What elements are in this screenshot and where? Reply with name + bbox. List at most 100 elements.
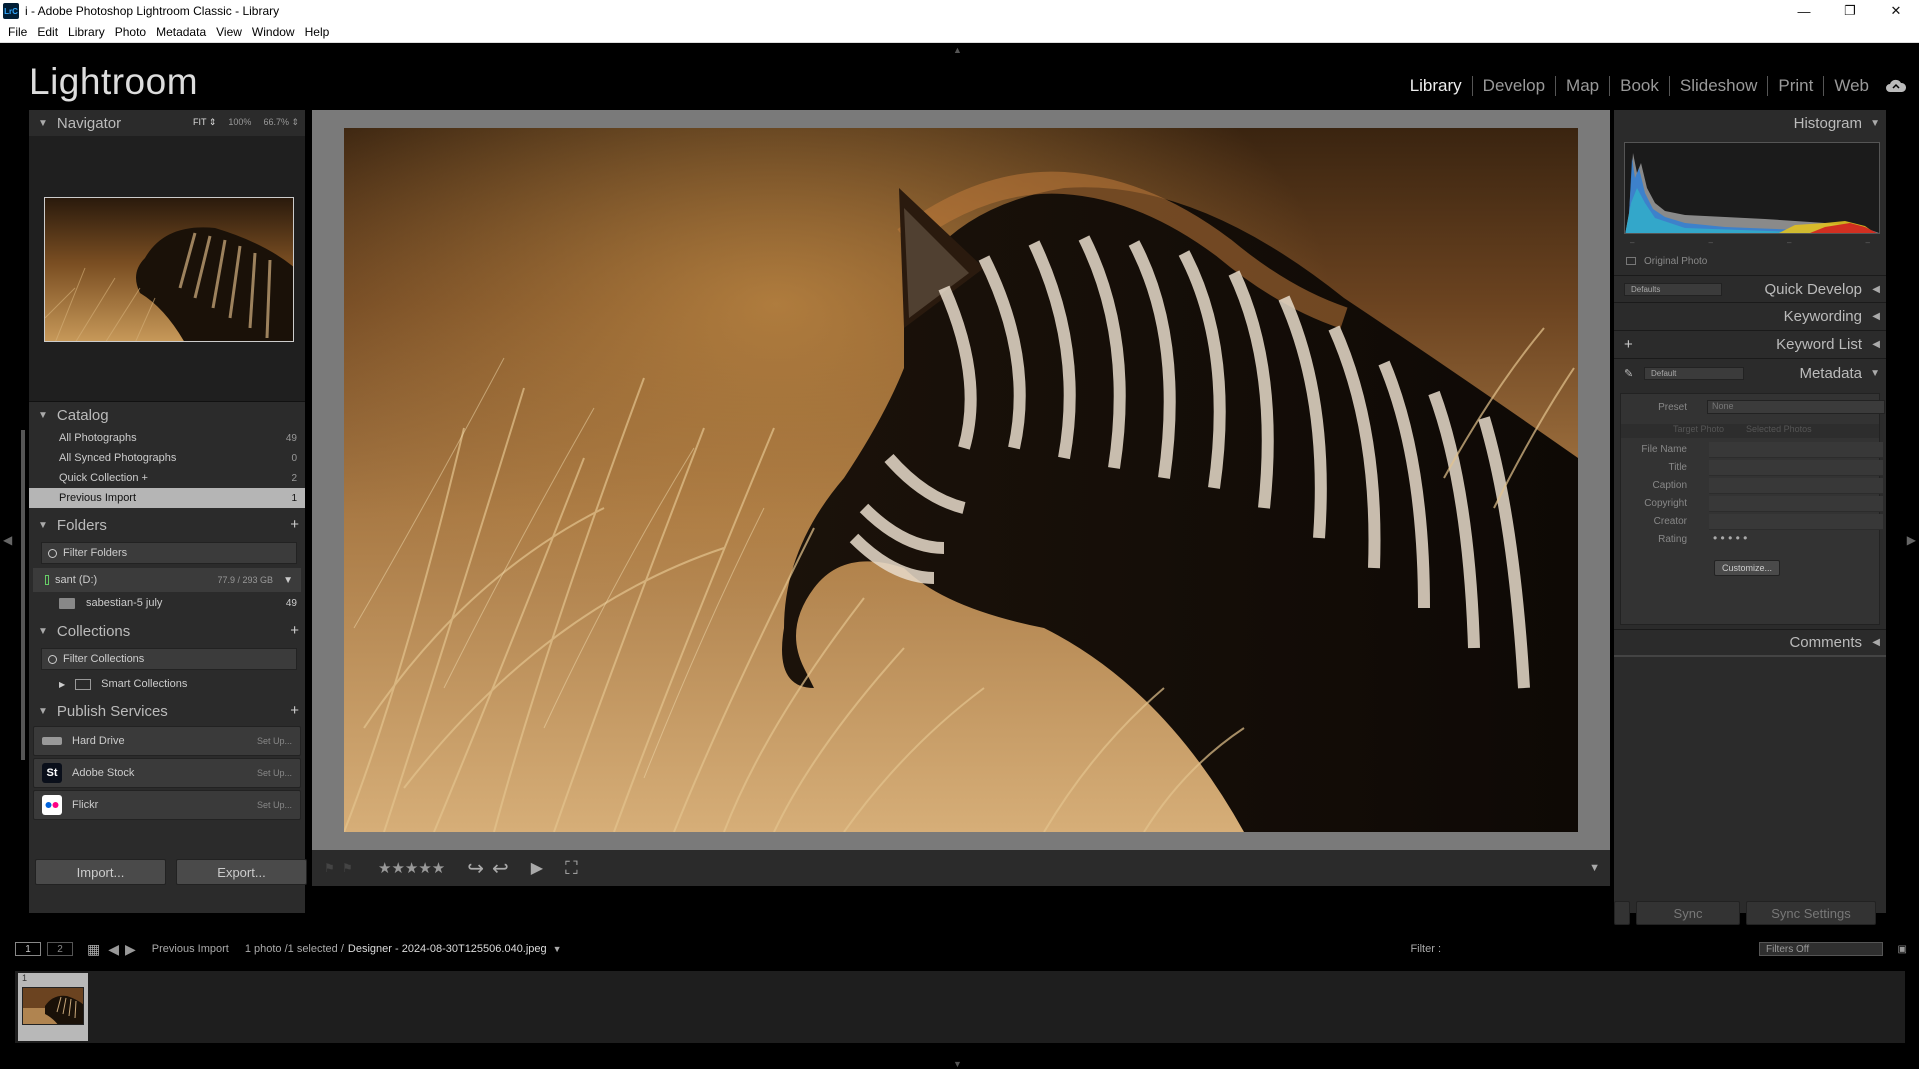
rating-dots[interactable]: • • • • • — [1713, 531, 1747, 545]
toolbar-content-dropdown[interactable]: ▼ — [1589, 862, 1600, 874]
add-folder-icon[interactable]: + — [290, 516, 299, 533]
module-book[interactable]: Book — [1610, 76, 1670, 96]
publish-hard-drive[interactable]: Hard Drive Set Up... — [33, 726, 301, 756]
primary-window-button[interactable]: 1 — [15, 942, 41, 956]
bottom-panel-toggle-icon[interactable]: ▼ — [953, 1059, 962, 1069]
rotate-right-icon[interactable]: ↩ — [492, 856, 509, 881]
left-panel-toggle-icon[interactable]: ◀ — [3, 533, 12, 547]
menu-edit[interactable]: Edit — [37, 25, 58, 39]
checkbox[interactable] — [1626, 257, 1636, 265]
keywording-header[interactable]: Keywording ◀ — [1614, 303, 1886, 331]
setup-link[interactable]: Set Up... — [257, 768, 292, 778]
zoom-100[interactable]: 100% — [228, 117, 251, 128]
target-photo-tab[interactable]: Target Photo — [1673, 424, 1724, 438]
caption-field[interactable] — [1709, 478, 1883, 494]
module-develop[interactable]: Develop — [1473, 76, 1557, 96]
copyright-field[interactable] — [1709, 496, 1883, 512]
catalog-all-photographs[interactable]: All Photographs 49 — [29, 428, 305, 448]
rotate-left-icon[interactable]: ↪ — [467, 856, 484, 881]
expand-triangle-icon[interactable]: ▶ — [59, 680, 65, 689]
grid-view-icon[interactable]: ▦ — [87, 941, 100, 958]
module-print[interactable]: Print — [1768, 76, 1825, 96]
menu-help[interactable]: Help — [305, 25, 330, 39]
original-photo-toggle[interactable]: Original Photo — [1614, 251, 1886, 271]
sync-button[interactable]: Sync — [1636, 901, 1740, 925]
histogram-header[interactable]: Histogram ▼ — [1614, 110, 1886, 136]
flag-icon[interactable]: ⚑ — [324, 861, 338, 875]
secondary-window-button[interactable]: 2 — [47, 942, 73, 956]
menu-window[interactable]: Window — [252, 25, 295, 39]
publish-services-header[interactable]: ▼ Publish Services + — [29, 698, 305, 724]
navigator-header[interactable]: ▼ Navigator FIT ⇕ 100% 66.7% ⇕ — [29, 110, 305, 136]
filter-folders-input[interactable]: Filter Folders — [41, 542, 297, 564]
metadata-header[interactable]: ✎ Default Metadata ▼ — [1614, 359, 1886, 387]
close-button[interactable]: ✕ — [1873, 0, 1919, 22]
zoom-fit[interactable]: FIT ⇕ — [193, 117, 216, 128]
customize-button[interactable]: Customize... — [1714, 560, 1780, 576]
catalog-all-synced[interactable]: All Synced Photographs 0 — [29, 448, 305, 468]
zoom-custom[interactable]: 66.7% ⇕ — [263, 117, 299, 128]
publish-flickr[interactable]: Flickr Set Up... — [33, 790, 301, 820]
folder-item[interactable]: sabestian-5 july 49 — [29, 592, 305, 614]
maximize-button[interactable]: ❐ — [1827, 0, 1873, 22]
filter-collections-input[interactable]: Filter Collections — [41, 648, 297, 670]
setup-link[interactable]: Set Up... — [257, 736, 292, 746]
title-field[interactable] — [1709, 460, 1883, 476]
catalog-previous-import[interactable]: Previous Import 1 — [29, 488, 305, 508]
top-panel-toggle-icon[interactable]: ▲ — [953, 45, 962, 55]
quick-develop-preset-select[interactable]: Defaults — [1624, 282, 1722, 296]
add-publish-service-icon[interactable]: + — [290, 702, 299, 719]
add-keyword-icon[interactable]: + — [1624, 336, 1633, 353]
module-slideshow[interactable]: Slideshow — [1670, 76, 1769, 96]
collections-header[interactable]: ▼ Collections + — [29, 618, 305, 644]
slideshow-play-icon[interactable]: ▶ — [531, 858, 543, 878]
reject-flag-icon[interactable]: ⚑ — [342, 861, 356, 875]
filmstrip-cell[interactable]: 1 — [18, 973, 88, 1041]
star-rating[interactable]: ★★★★★ — [378, 859, 445, 877]
filter-lock-icon[interactable]: ▣ — [1898, 944, 1907, 955]
module-map[interactable]: Map — [1556, 76, 1611, 96]
catalog-quick-collection[interactable]: Quick Collection + 2 — [29, 468, 305, 488]
edit-metadata-icon[interactable]: ✎ — [1624, 367, 1633, 380]
publish-adobe-stock[interactable]: St Adobe Stock Set Up... — [33, 758, 301, 788]
metadata-preset-select[interactable]: Default — [1644, 366, 1744, 380]
menu-library[interactable]: Library — [68, 25, 105, 39]
catalog-header[interactable]: ▼ Catalog — [29, 402, 305, 428]
creator-field[interactable] — [1709, 514, 1883, 530]
minimize-button[interactable]: — — [1781, 0, 1827, 22]
forward-arrow-icon[interactable]: ▶ — [125, 941, 136, 958]
menu-photo[interactable]: Photo — [115, 25, 146, 39]
sync-settings-button[interactable]: Sync Settings — [1746, 901, 1876, 925]
comments-header[interactable]: Comments ◀ — [1614, 629, 1886, 657]
main-photo[interactable] — [344, 128, 1578, 832]
keyword-list-header[interactable]: + Keyword List ◀ — [1614, 331, 1886, 359]
navigator-thumbnail[interactable] — [44, 197, 294, 342]
module-library[interactable]: Library — [1400, 76, 1473, 96]
histogram-chart[interactable] — [1624, 142, 1880, 234]
right-panel-toggle-icon[interactable]: ▶ — [1907, 533, 1916, 547]
back-arrow-icon[interactable]: ◀ — [108, 941, 119, 958]
setup-link[interactable]: Set Up... — [257, 800, 292, 810]
filmstrip-thumbnail[interactable] — [22, 987, 84, 1025]
add-collection-icon[interactable]: + — [290, 622, 299, 639]
volume-row[interactable]: sant (D:) 77.9 / 293 GB ▼ — [33, 568, 301, 592]
metadata-preset-dropdown[interactable]: None — [1707, 400, 1885, 414]
file-name-field[interactable] — [1709, 442, 1883, 458]
smart-collections-item[interactable]: ▶ Smart Collections — [29, 674, 305, 694]
menu-file[interactable]: File — [8, 25, 27, 39]
folders-header[interactable]: ▼ Folders + — [29, 512, 305, 538]
filename-dropdown-icon[interactable]: ▼ — [553, 944, 562, 954]
menu-metadata[interactable]: Metadata — [156, 25, 206, 39]
volume-dropdown-icon[interactable]: ▼ — [283, 575, 293, 586]
crop-zoom-icon[interactable]: ⛶ — [565, 858, 578, 879]
cloud-sync-icon[interactable] — [1885, 78, 1907, 94]
menu-view[interactable]: View — [216, 25, 242, 39]
filmstrip-source[interactable]: Previous Import — [152, 943, 229, 955]
filter-select[interactable]: Filters Off — [1759, 942, 1883, 956]
selected-photos-tab[interactable]: Selected Photos — [1746, 424, 1812, 438]
quick-develop-header[interactable]: Defaults Quick Develop ◀ — [1614, 275, 1886, 303]
export-button[interactable]: Export... — [176, 859, 307, 885]
filmstrip-filename[interactable]: Designer - 2024-08-30T125506.040.jpeg — [348, 943, 547, 955]
left-panel-scrollbar[interactable] — [19, 110, 27, 850]
import-button[interactable]: Import... — [35, 859, 166, 885]
